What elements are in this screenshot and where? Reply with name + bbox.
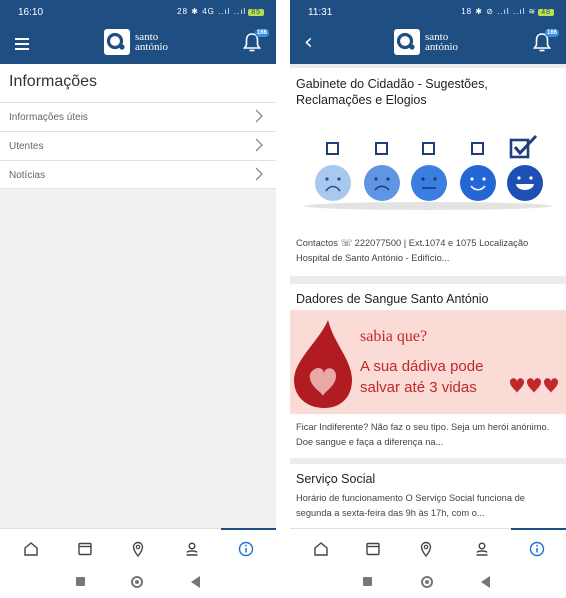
banner-headline: sabia que?: [360, 328, 428, 345]
info-menu-list: Informações úteis Utentes Notícias: [0, 102, 276, 189]
status-time: 16:10: [18, 7, 44, 18]
info-icon[interactable]: [237, 540, 255, 558]
logo-text: santo antónio: [135, 32, 168, 53]
location-icon[interactable]: [129, 540, 147, 558]
menu-item-label: Notícias: [9, 170, 46, 181]
menu-item-utentes[interactable]: Utentes: [0, 131, 276, 160]
calendar-icon[interactable]: [76, 540, 94, 558]
status-signal: 28 ✱ 4G ..ıl ..ıl: [177, 7, 247, 16]
menu-item-label: Informações úteis: [9, 112, 88, 123]
active-tab-indicator: [511, 528, 566, 530]
card-title: Serviço Social: [296, 472, 376, 486]
active-tab-indicator: [221, 528, 276, 530]
location-icon[interactable]: [417, 540, 435, 558]
neutral-face-icon: [411, 165, 447, 201]
home-icon[interactable]: [22, 540, 40, 558]
status-time: 11:31: [308, 7, 333, 18]
menu-item-informacoes-uteis[interactable]: Informações úteis: [0, 102, 276, 131]
battery-icon: 85: [248, 9, 264, 16]
status-icons: 28 ✱ 4G ..ıl ..ıl 85: [177, 7, 264, 16]
mood-rating-illustration: [304, 134, 552, 214]
app-bar: santo antónio 166: [0, 24, 276, 64]
blood-drop-icon: [294, 320, 352, 408]
very-sad-face-icon: [315, 165, 351, 201]
profile-icon[interactable]: [183, 540, 201, 558]
status-icons: 18 ✱ ⊘ ..ıl ..ıl ≋ 48: [461, 7, 554, 16]
card-excerpt: Horário de funcionamento O Serviço Socia…: [296, 493, 525, 518]
very-happy-face-icon: [507, 165, 543, 201]
banner-line: salvar até 3 vidas: [360, 379, 477, 396]
battery-icon: 48: [538, 9, 554, 16]
checked-box-icon: [509, 134, 538, 159]
info-icon[interactable]: [528, 540, 546, 558]
back-arrow-icon[interactable]: ‹: [304, 32, 313, 54]
hearts-icon: [510, 378, 558, 393]
menu-item-label: Utentes: [9, 141, 44, 152]
chevron-right-icon: [255, 138, 263, 152]
checkbox-icon: [422, 142, 435, 155]
card-title: Gabinete do Cidadão - Sugestões, Reclama…: [296, 77, 488, 107]
menu-item-noticias[interactable]: Notícias: [0, 160, 276, 189]
notification-badge: 166: [254, 29, 269, 37]
sad-face-icon: [364, 165, 400, 201]
banner-line: A sua dádiva pode: [360, 358, 484, 375]
card-excerpt: Contactos ☏ 222077500 | Ext.1074 e 1075 …: [296, 238, 529, 263]
notifications-bell-icon[interactable]: 166: [532, 29, 559, 54]
home-button-icon[interactable]: [421, 576, 433, 588]
logo-line2: antónio: [135, 41, 168, 53]
logo-line2: antónio: [425, 41, 458, 53]
page-title: Informações: [0, 64, 276, 102]
happy-face-icon: [460, 165, 496, 201]
banner-message: A sua dádiva pode salvar até 3 vidas: [360, 356, 483, 398]
blood-donation-banner: sabia que? A sua dádiva pode salvar até …: [290, 310, 566, 414]
home-button-icon[interactable]: [131, 576, 143, 588]
menu-icon[interactable]: [15, 38, 29, 50]
checkbox-icon: [326, 142, 339, 155]
logo-mark-icon: [104, 29, 130, 55]
notifications-bell-icon[interactable]: 166: [242, 29, 269, 54]
profile-icon[interactable]: [473, 540, 491, 558]
left-screen: 16:10 28 ✱ 4G ..ıl ..ıl 85 santo antónio …: [0, 0, 276, 598]
status-bar: 11:31 18 ✱ ⊘ ..ıl ..ıl ≋ 48: [290, 0, 566, 24]
app-bar: ‹ santo antónio 166: [290, 24, 566, 64]
back-triangle-icon[interactable]: [191, 576, 200, 588]
bottom-nav: [290, 528, 566, 568]
calendar-icon[interactable]: [364, 540, 382, 558]
recents-icon[interactable]: [76, 577, 85, 586]
home-icon[interactable]: [312, 540, 330, 558]
notification-badge: 166: [544, 29, 559, 37]
system-nav-bar: [290, 568, 566, 598]
logo-mark-icon: [394, 29, 420, 55]
chevron-right-icon: [255, 167, 263, 181]
status-bar: 16:10 28 ✱ 4G ..ıl ..ıl 85: [0, 0, 276, 24]
app-logo: santo antónio: [104, 29, 178, 57]
logo-text: santo antónio: [425, 32, 458, 53]
news-card-gabinete[interactable]: Gabinete do Cidadão - Sugestões, Reclama…: [290, 68, 566, 276]
card-excerpt: Ficar Indiferente? Não faz o seu tipo. S…: [296, 422, 550, 447]
status-signal: 18 ✱ ⊘ ..ıl ..ıl ≋: [461, 7, 537, 16]
recents-icon[interactable]: [363, 577, 372, 586]
bottom-nav: [0, 528, 276, 568]
checkbox-icon: [471, 142, 484, 155]
right-screen: 11:31 18 ✱ ⊘ ..ıl ..ıl ≋ 48 ‹ santo antón…: [290, 0, 566, 598]
system-nav-bar: [0, 568, 276, 598]
news-card-dadores[interactable]: Dadores de Sangue Santo António sabia qu…: [290, 284, 566, 458]
back-triangle-icon[interactable]: [481, 576, 490, 588]
chevron-right-icon: [255, 109, 263, 123]
news-card-servico-social[interactable]: Serviço Social Horário de funcionamento …: [290, 464, 566, 528]
checkbox-icon: [375, 142, 388, 155]
app-logo: santo antónio: [394, 29, 468, 57]
card-title: Dadores de Sangue Santo António: [296, 292, 489, 306]
